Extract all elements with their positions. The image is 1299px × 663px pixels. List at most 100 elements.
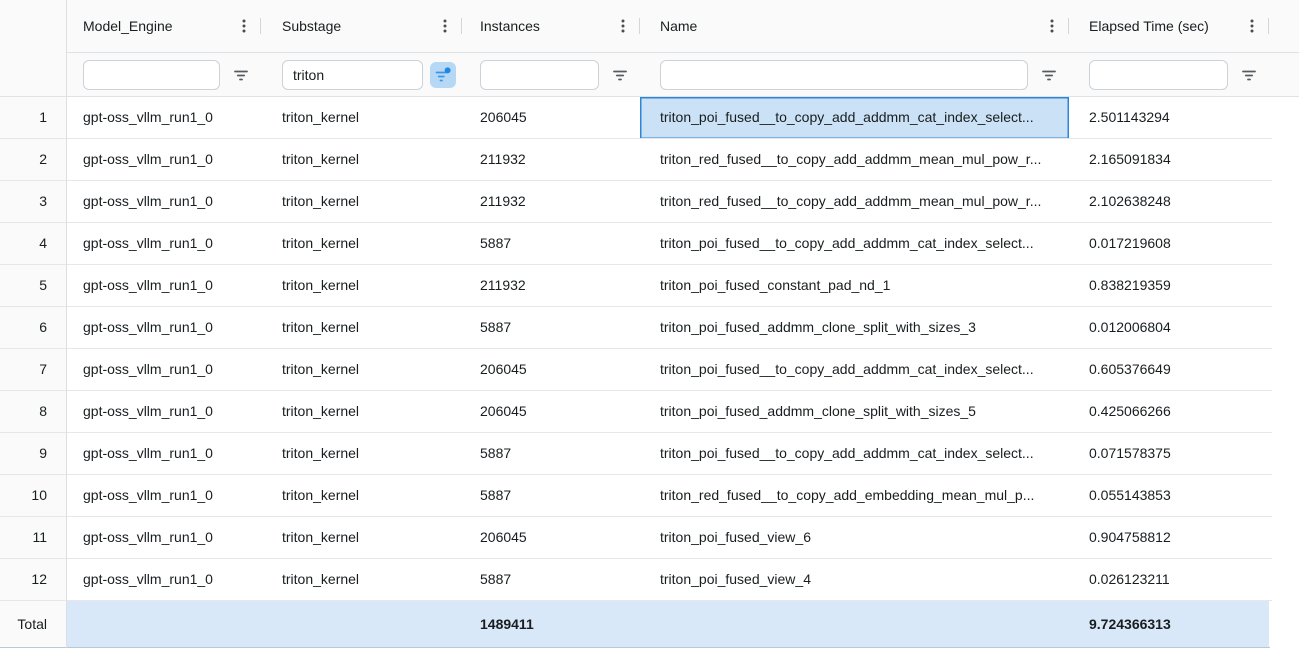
column-menu-button[interactable]	[1048, 16, 1056, 36]
cell-model-engine[interactable]: gpt-oss_vllm_run1_0	[66, 391, 261, 433]
filter-button[interactable]	[1235, 61, 1263, 89]
cell-model-engine[interactable]: gpt-oss_vllm_run1_0	[66, 433, 261, 475]
column-menu-button[interactable]	[619, 16, 627, 36]
cell-instances[interactable]: 206045	[462, 391, 640, 433]
cell-model-engine[interactable]: gpt-oss_vllm_run1_0	[66, 349, 261, 391]
elapsed-time-filter-input[interactable]	[1089, 60, 1228, 90]
filter-cell-substage	[261, 53, 462, 96]
cell-substage[interactable]: triton_kernel	[261, 307, 462, 349]
cell-elapsed-time[interactable]: 2.165091834	[1069, 139, 1269, 181]
cell-instances[interactable]: 5887	[462, 223, 640, 265]
kebab-menu-icon	[443, 18, 447, 34]
cell-instances[interactable]: 5887	[462, 559, 640, 601]
cell-elapsed-time[interactable]: 0.017219608	[1069, 223, 1269, 265]
cell-model-engine[interactable]: gpt-oss_vllm_run1_0	[66, 97, 261, 139]
cell-instances[interactable]: 5887	[462, 307, 640, 349]
cell-substage[interactable]: triton_kernel	[261, 433, 462, 475]
cell-elapsed-time[interactable]: 0.071578375	[1069, 433, 1269, 475]
cell-substage[interactable]: triton_kernel	[261, 391, 462, 433]
name-filter-input[interactable]	[660, 60, 1028, 90]
table-row: 2gpt-oss_vllm_run1_0triton_kernel211932t…	[0, 139, 1299, 181]
cell-elapsed-time[interactable]: 0.026123211	[1069, 559, 1269, 601]
column-header-substage[interactable]: Substage	[261, 0, 462, 52]
row-number: 9	[0, 433, 66, 475]
column-header-elapsed-time[interactable]: Elapsed Time (sec)	[1069, 0, 1269, 52]
filter-row	[0, 53, 1299, 97]
cell-substage[interactable]: triton_kernel	[261, 475, 462, 517]
column-menu-button[interactable]	[441, 16, 449, 36]
cell-name[interactable]: triton_poi_fused__to_copy_add_addmm_cat_…	[640, 223, 1069, 265]
column-header-instances[interactable]: Instances	[462, 0, 640, 52]
row-number: 7	[0, 349, 66, 391]
cell-model-engine[interactable]: gpt-oss_vllm_run1_0	[66, 181, 261, 223]
header-corner	[0, 0, 66, 53]
column-header-model-engine[interactable]: Model_Engine	[66, 0, 261, 52]
filter-cell-instances	[462, 53, 640, 96]
cell-name[interactable]: triton_poi_fused_view_4	[640, 559, 1069, 601]
cell-name[interactable]: triton_poi_fused_constant_pad_nd_1	[640, 265, 1069, 307]
row-number: 12	[0, 559, 66, 601]
cell-model-engine[interactable]: gpt-oss_vllm_run1_0	[66, 559, 261, 601]
filter-button[interactable]	[606, 61, 634, 89]
cell-name[interactable]: triton_red_fused__to_copy_add_embedding_…	[640, 475, 1069, 517]
column-menu-button[interactable]	[1248, 16, 1256, 36]
cell-model-engine[interactable]: gpt-oss_vllm_run1_0	[66, 223, 261, 265]
cell-instances[interactable]: 211932	[462, 139, 640, 181]
cell-name[interactable]: triton_red_fused__to_copy_add_addmm_mean…	[640, 181, 1069, 223]
cell-name[interactable]: triton_poi_fused__to_copy_add_addmm_cat_…	[640, 349, 1069, 391]
column-menu-button[interactable]	[240, 16, 248, 36]
cell-substage[interactable]: triton_kernel	[261, 181, 462, 223]
cell-substage[interactable]: triton_kernel	[261, 265, 462, 307]
cell-elapsed-time[interactable]: 0.838219359	[1069, 265, 1269, 307]
cell-model-engine[interactable]: gpt-oss_vllm_run1_0	[66, 517, 261, 559]
cell-elapsed-time[interactable]: 2.501143294	[1069, 97, 1269, 139]
substage-filter-input[interactable]	[282, 60, 423, 90]
cell-elapsed-time[interactable]: 0.055143853	[1069, 475, 1269, 517]
cell-name[interactable]: triton_poi_fused__to_copy_add_addmm_cat_…	[640, 433, 1069, 475]
funnel-active-icon	[435, 67, 451, 83]
cell-name[interactable]: triton_poi_fused_addmm_clone_split_with_…	[640, 307, 1069, 349]
total-elapsed-time: 9.724366313	[1069, 601, 1269, 648]
cell-instances[interactable]: 5887	[462, 475, 640, 517]
cell-model-engine[interactable]: gpt-oss_vllm_run1_0	[66, 475, 261, 517]
cell-elapsed-time[interactable]: 0.605376649	[1069, 349, 1269, 391]
cell-elapsed-time[interactable]: 0.012006804	[1069, 307, 1269, 349]
table-row: 3gpt-oss_vllm_run1_0triton_kernel211932t…	[0, 181, 1299, 223]
cell-substage[interactable]: triton_kernel	[261, 349, 462, 391]
row-number: 5	[0, 265, 66, 307]
row-number: 6	[0, 307, 66, 349]
total-model-engine	[66, 601, 261, 648]
cell-instances[interactable]: 211932	[462, 265, 640, 307]
cell-model-engine[interactable]: gpt-oss_vllm_run1_0	[66, 265, 261, 307]
filter-button[interactable]	[1035, 61, 1063, 89]
cell-model-engine[interactable]: gpt-oss_vllm_run1_0	[66, 307, 261, 349]
cell-elapsed-time[interactable]: 0.904758812	[1069, 517, 1269, 559]
cell-instances[interactable]: 206045	[462, 97, 640, 139]
cell-substage[interactable]: triton_kernel	[261, 559, 462, 601]
total-name	[640, 601, 1069, 648]
cell-instances[interactable]: 206045	[462, 349, 640, 391]
cell-model-engine[interactable]: gpt-oss_vllm_run1_0	[66, 139, 261, 181]
instances-filter-input[interactable]	[480, 60, 599, 90]
cell-substage[interactable]: triton_kernel	[261, 223, 462, 265]
cell-elapsed-time[interactable]: 2.102638248	[1069, 181, 1269, 223]
cell-substage[interactable]: triton_kernel	[261, 97, 462, 139]
column-divider	[1268, 18, 1269, 34]
filter-button[interactable]	[227, 61, 255, 89]
cell-instances[interactable]: 206045	[462, 517, 640, 559]
cell-substage[interactable]: triton_kernel	[261, 517, 462, 559]
cell-instances[interactable]: 211932	[462, 181, 640, 223]
cell-name[interactable]: triton_red_fused__to_copy_add_addmm_mean…	[640, 139, 1069, 181]
cell-name[interactable]: triton_poi_fused_addmm_clone_split_with_…	[640, 391, 1069, 433]
cell-substage[interactable]: triton_kernel	[261, 139, 462, 181]
cell-name-selected[interactable]: triton_poi_fused__to_copy_add_addmm_cat_…	[640, 97, 1069, 139]
model-engine-filter-input[interactable]	[83, 60, 220, 90]
total-row-label: Total	[0, 601, 66, 648]
active-filter-button[interactable]	[430, 62, 456, 88]
table-row: 5gpt-oss_vllm_run1_0triton_kernel211932t…	[0, 265, 1299, 307]
cell-instances[interactable]: 5887	[462, 433, 640, 475]
cell-elapsed-time[interactable]: 0.425066266	[1069, 391, 1269, 433]
table-row: 1gpt-oss_vllm_run1_0triton_kernel206045t…	[0, 97, 1299, 139]
column-header-name[interactable]: Name	[640, 0, 1069, 52]
cell-name[interactable]: triton_poi_fused_view_6	[640, 517, 1069, 559]
